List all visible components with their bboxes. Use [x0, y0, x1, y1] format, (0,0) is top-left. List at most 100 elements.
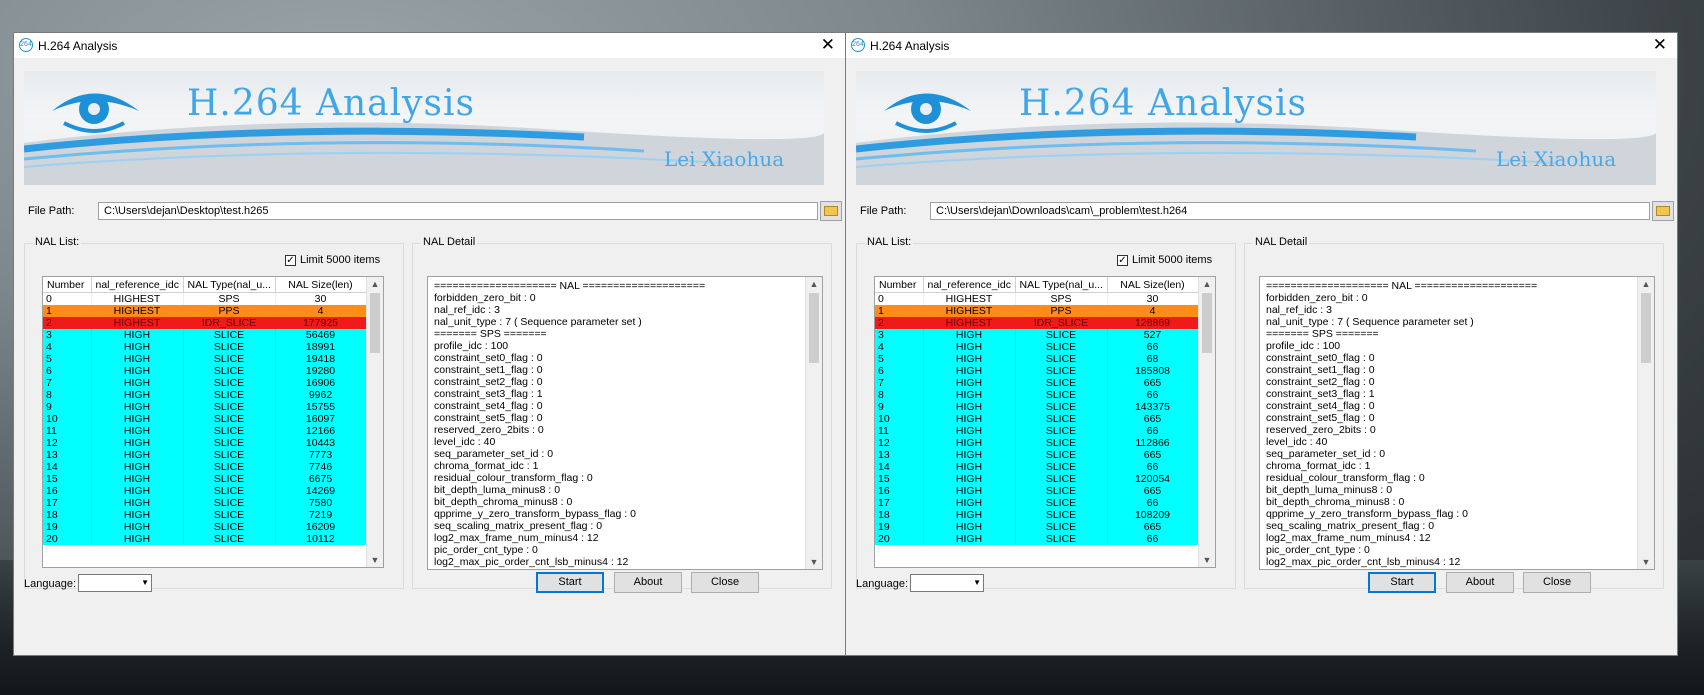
scroll-down-icon[interactable]: ▼: [1638, 555, 1654, 569]
cell-nal-type: SLICE: [1015, 473, 1108, 485]
table-row[interactable]: 12 HIGH SLICE 10443: [43, 437, 367, 449]
scroll-thumb[interactable]: [370, 293, 380, 353]
table-row[interactable]: 14 HIGH SLICE 66: [875, 461, 1199, 473]
start-button[interactable]: Start: [536, 572, 604, 593]
about-button[interactable]: About: [1446, 572, 1514, 593]
nal-table[interactable]: Number nal_reference_idc NAL Type(nal_u...…: [874, 276, 1216, 568]
scroll-down-icon[interactable]: ▼: [367, 553, 383, 567]
browse-button[interactable]: [820, 201, 842, 221]
col-nal-size[interactable]: NAL Size(len): [275, 277, 367, 293]
cell-ref-idc: HIGH: [91, 533, 184, 545]
close-button[interactable]: Close: [691, 572, 759, 593]
scroll-up-icon[interactable]: ▲: [1638, 277, 1654, 291]
language-select[interactable]: ▼: [910, 574, 984, 592]
cell-ref-idc: HIGH: [923, 437, 1016, 449]
close-button[interactable]: Close: [1523, 572, 1591, 593]
table-row[interactable]: 18 HIGH SLICE 108209: [875, 509, 1199, 521]
table-row[interactable]: 14 HIGH SLICE 7746: [43, 461, 367, 473]
table-row[interactable]: 6 HIGH SLICE 185808: [875, 365, 1199, 377]
table-row[interactable]: 2 HIGHEST IDR_SLICE 128869: [875, 317, 1199, 329]
cell-nal-type: SLICE: [1015, 425, 1108, 437]
start-button[interactable]: Start: [1368, 572, 1436, 593]
table-row[interactable]: 20 HIGH SLICE 10112: [43, 533, 367, 545]
scroll-up-icon[interactable]: ▲: [367, 277, 383, 291]
col-nal-size[interactable]: NAL Size(len): [1107, 277, 1199, 293]
table-row[interactable]: 0 HIGHEST SPS 30: [43, 292, 367, 305]
table-row[interactable]: 7 HIGH SLICE 665: [875, 377, 1199, 389]
nal-detail-text[interactable]: ==================== NAL ===============…: [1259, 276, 1655, 570]
table-row[interactable]: 20 HIGH SLICE 66: [875, 533, 1199, 545]
close-icon[interactable]: ✕: [1653, 35, 1667, 55]
title-bar[interactable]: 264 H.264 Analysis ✕: [14, 33, 845, 58]
scroll-up-icon[interactable]: ▲: [1199, 277, 1215, 291]
col-ref-idc[interactable]: nal_reference_idc: [91, 277, 184, 293]
table-row[interactable]: 1 HIGHEST PPS 4: [43, 305, 367, 317]
table-row[interactable]: 4 HIGH SLICE 18991: [43, 341, 367, 353]
table-row[interactable]: 16 HIGH SLICE 14269: [43, 485, 367, 497]
table-row[interactable]: 19 HIGH SLICE 665: [875, 521, 1199, 533]
banner-title: H.264 Analysis: [1019, 83, 1307, 124]
table-row[interactable]: 1 HIGHEST PPS 4: [875, 305, 1199, 317]
limit-checkbox[interactable]: ✓ Limit 5000 items: [285, 254, 380, 266]
checkbox-checked-icon[interactable]: ✓: [1117, 254, 1128, 266]
scroll-down-icon[interactable]: ▼: [806, 555, 822, 569]
col-number[interactable]: Number: [875, 277, 924, 293]
detail-scrollbar[interactable]: ▲ ▼: [805, 277, 822, 569]
close-icon[interactable]: ✕: [821, 35, 835, 55]
table-row[interactable]: 4 HIGH SLICE 66: [875, 341, 1199, 353]
table-scrollbar[interactable]: ▲ ▼: [1198, 277, 1215, 567]
limit-label: Limit 5000 items: [1132, 254, 1213, 266]
table-row[interactable]: 9 HIGH SLICE 15755: [43, 401, 367, 413]
table-row[interactable]: 10 HIGH SLICE 16097: [43, 413, 367, 425]
title-bar[interactable]: 264 H.264 Analysis ✕: [846, 33, 1677, 58]
table-row[interactable]: 17 HIGH SLICE 7580: [43, 497, 367, 509]
table-row[interactable]: 0 HIGHEST SPS 30: [875, 292, 1199, 305]
table-row[interactable]: 5 HIGH SLICE 68: [875, 353, 1199, 365]
file-path-field[interactable]: C:\Users\dejan\Downloads\cam\_problem\te…: [930, 202, 1650, 220]
table-row[interactable]: 6 HIGH SLICE 19280: [43, 365, 367, 377]
col-number[interactable]: Number: [43, 277, 92, 293]
scroll-thumb[interactable]: [1202, 293, 1212, 353]
detail-scrollbar[interactable]: ▲ ▼: [1637, 277, 1654, 569]
col-nal-type[interactable]: NAL Type(nal_u...: [1015, 277, 1108, 293]
table-row[interactable]: 11 HIGH SLICE 66: [875, 425, 1199, 437]
table-row[interactable]: 15 HIGH SLICE 120054: [875, 473, 1199, 485]
col-nal-type[interactable]: NAL Type(nal_u...: [183, 277, 276, 293]
table-row[interactable]: 11 HIGH SLICE 12166: [43, 425, 367, 437]
about-button[interactable]: About: [614, 572, 682, 593]
table-row[interactable]: 8 HIGH SLICE 9962: [43, 389, 367, 401]
table-row[interactable]: 18 HIGH SLICE 7219: [43, 509, 367, 521]
table-row[interactable]: 9 HIGH SLICE 143375: [875, 401, 1199, 413]
checkbox-checked-icon[interactable]: ✓: [285, 254, 296, 266]
table-row[interactable]: 15 HIGH SLICE 6675: [43, 473, 367, 485]
cell-ref-idc: HIGH: [923, 449, 1016, 461]
language-select[interactable]: ▼: [78, 574, 152, 592]
chevron-down-icon[interactable]: ▼: [973, 578, 981, 587]
chevron-down-icon[interactable]: ▼: [141, 578, 149, 587]
scroll-thumb[interactable]: [1641, 293, 1651, 363]
table-row[interactable]: 2 HIGHEST IDR_SLICE 177925: [43, 317, 367, 329]
table-row[interactable]: 17 HIGH SLICE 66: [875, 497, 1199, 509]
table-row[interactable]: 19 HIGH SLICE 16209: [43, 521, 367, 533]
table-row[interactable]: 16 HIGH SLICE 665: [875, 485, 1199, 497]
detail-line: profile_idc : 100: [1266, 340, 1341, 352]
scroll-down-icon[interactable]: ▼: [1199, 553, 1215, 567]
table-row[interactable]: 13 HIGH SLICE 665: [875, 449, 1199, 461]
scroll-thumb[interactable]: [809, 293, 819, 363]
table-scrollbar[interactable]: ▲ ▼: [366, 277, 383, 567]
table-row[interactable]: 7 HIGH SLICE 16906: [43, 377, 367, 389]
nal-table[interactable]: Number nal_reference_idc NAL Type(nal_u...…: [42, 276, 384, 568]
table-row[interactable]: 10 HIGH SLICE 665: [875, 413, 1199, 425]
table-row[interactable]: 5 HIGH SLICE 19418: [43, 353, 367, 365]
col-ref-idc[interactable]: nal_reference_idc: [923, 277, 1016, 293]
table-row[interactable]: 13 HIGH SLICE 7773: [43, 449, 367, 461]
nal-detail-text[interactable]: ==================== NAL ===============…: [427, 276, 823, 570]
table-row[interactable]: 12 HIGH SLICE 112866: [875, 437, 1199, 449]
table-row[interactable]: 8 HIGH SLICE 66: [875, 389, 1199, 401]
scroll-up-icon[interactable]: ▲: [806, 277, 822, 291]
table-row[interactable]: 3 HIGH SLICE 527: [875, 329, 1199, 341]
limit-checkbox[interactable]: ✓ Limit 5000 items: [1117, 254, 1212, 266]
file-path-field[interactable]: C:\Users\dejan\Desktop\test.h265: [98, 202, 818, 220]
browse-button[interactable]: [1652, 201, 1674, 221]
table-row[interactable]: 3 HIGH SLICE 56469: [43, 329, 367, 341]
